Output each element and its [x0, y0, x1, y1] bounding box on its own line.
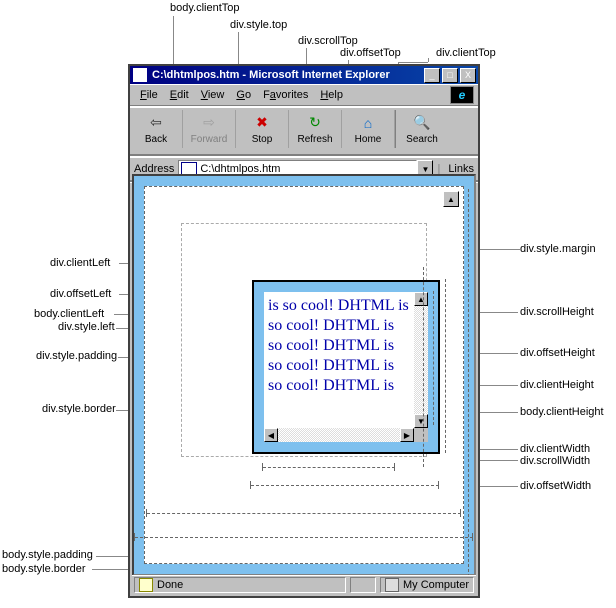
body-box: ▲ is so cool! DHTML is so cool! DHTML is… — [144, 186, 464, 564]
cap — [438, 481, 439, 489]
measure-div-clientHeight — [433, 291, 434, 425]
stop-label: Stop — [252, 134, 273, 145]
measure-body-offsetWidth — [135, 537, 473, 538]
search-button[interactable]: 🔍 Search — [395, 110, 448, 148]
back-button[interactable]: ⇦ Back — [130, 110, 183, 148]
div-scrollbar-vertical[interactable]: ▲ ▼ — [414, 292, 428, 428]
home-button[interactable]: ⌂ Home — [342, 110, 395, 148]
status-zone-pane: My Computer — [380, 577, 474, 593]
callout-div-scrollWidth: div.scrollWidth — [520, 454, 590, 468]
menu-go[interactable]: Go — [236, 89, 251, 101]
measure-body-clientHeight — [468, 189, 469, 577]
callout-body-clientTop: body.clientTop — [170, 1, 240, 15]
forward-label: Forward — [191, 134, 228, 145]
div-margin-box: is so cool! DHTML is so cool! DHTML is s… — [181, 223, 427, 457]
cap — [472, 533, 473, 541]
div-client-box: is so cool! DHTML is so cool! DHTML is s… — [264, 292, 428, 442]
cap — [460, 509, 461, 517]
status-pane — [350, 577, 376, 593]
ie-logo-icon: e — [450, 86, 474, 104]
status-bar: Done My Computer — [132, 575, 476, 594]
callout-div-style-left: div.style.left — [58, 320, 115, 334]
stop-button[interactable]: ✖ Stop — [236, 110, 289, 148]
stop-icon: ✖ — [253, 114, 271, 132]
callout-div-style-padding: div.style.padding — [36, 349, 117, 363]
close-button[interactable]: X — [460, 68, 476, 83]
menubar: File Edit View Go Favorites Help e FileE… — [130, 84, 478, 105]
forward-button[interactable]: ⇨ Forward — [183, 110, 236, 148]
arrow-left-icon: ⇦ — [147, 114, 165, 132]
titlebar[interactable]: C:\dhtmlpos.htm - Microsoft Internet Exp… — [130, 66, 478, 84]
measure-div-offsetHeight — [445, 279, 446, 453]
menu-file[interactable]: File — [140, 89, 158, 101]
callout-body-style-border: body.style.border — [2, 562, 86, 576]
callout-body-style-padding: body.style.padding — [2, 548, 93, 562]
callout-div-offsetHeight: div.offsetHeight — [520, 346, 595, 360]
status-zone-text: My Computer — [403, 579, 469, 591]
callout-div-scrollHeight: div.scrollHeight — [520, 305, 594, 319]
measure-body-clientWidth — [147, 513, 461, 514]
back-label: Back — [145, 134, 167, 145]
scroll-left-button[interactable]: ◀ — [264, 428, 278, 442]
diagram-canvas: body.clientTop div.style.top div.scrollT… — [0, 0, 616, 608]
cap — [262, 463, 263, 471]
document-icon — [139, 578, 153, 592]
measure-div-scrollHeight — [423, 267, 424, 467]
callout-div-offsetTop: div.offsetTop — [340, 46, 401, 60]
document-icon — [132, 67, 148, 83]
cap — [394, 463, 395, 471]
leader — [428, 58, 429, 62]
cap — [250, 481, 251, 489]
cap — [134, 533, 135, 541]
status-done-text: Done — [157, 579, 183, 591]
maximize-button[interactable]: □ — [442, 68, 458, 83]
arrow-right-icon: ⇨ — [200, 114, 218, 132]
home-label: Home — [355, 134, 382, 145]
callout-div-style-margin: div.style.margin — [520, 242, 596, 256]
callout-div-style-top: div.style.top — [230, 18, 287, 32]
leader — [398, 62, 428, 63]
ie-window: C:\dhtmlpos.htm - Microsoft Internet Exp… — [128, 64, 480, 598]
status-done-pane: Done — [134, 577, 346, 593]
search-icon: 🔍 — [413, 114, 431, 132]
measure-div-clientWidth — [263, 467, 395, 468]
cap — [146, 509, 147, 517]
minimize-button[interactable]: _ — [424, 68, 440, 83]
callout-div-style-border: div.style.border — [42, 402, 116, 416]
computer-icon — [385, 578, 399, 592]
callout-div-clientHeight: div.clientHeight — [520, 378, 594, 392]
toolbar: ⇦ Back ⇨ Forward ✖ Stop ↻ Refresh ⌂ Home 🔍 Sea… — [130, 107, 478, 155]
refresh-label: Refresh — [297, 134, 332, 145]
home-icon: ⌂ — [359, 114, 377, 132]
window-title: C:\dhtmlpos.htm - Microsoft Internet Exp… — [152, 69, 422, 81]
refresh-icon: ↻ — [306, 114, 324, 132]
callout-div-offsetWidth: div.offsetWidth — [520, 479, 591, 493]
div-content-text: is so cool! DHTML is so cool! DHTML is s… — [266, 294, 412, 426]
callout-div-offsetLeft: div.offsetLeft — [50, 287, 111, 301]
callout-body-clientLeft: body.clientLeft — [34, 307, 104, 321]
page-viewport: ▲ is so cool! DHTML is so cool! DHTML is… — [132, 174, 476, 576]
div-offset-box: is so cool! DHTML is so cool! DHTML is s… — [252, 280, 440, 454]
refresh-button[interactable]: ↻ Refresh — [289, 110, 342, 148]
scrollbar-corner — [414, 428, 428, 442]
callout-body-clientHeight: body.clientHeight — [520, 405, 604, 419]
callout-div-clientTop: div.clientTop — [436, 46, 496, 60]
div-scrollbar-horizontal[interactable]: ◀ ▶ — [264, 428, 414, 442]
menu-favorites[interactable]: Favorites — [263, 89, 308, 101]
measure-div-offsetWidth — [251, 485, 439, 486]
callout-div-clientLeft: div.clientLeft — [50, 256, 110, 270]
menu-view[interactable]: View — [201, 89, 225, 101]
body-scroll-up-button[interactable]: ▲ — [443, 191, 459, 207]
scroll-right-button[interactable]: ▶ — [400, 428, 414, 442]
scroll-up-button[interactable]: ▲ — [414, 292, 428, 306]
menu-help[interactable]: Help — [320, 89, 343, 101]
menu-edit[interactable]: Edit — [170, 89, 189, 101]
search-label: Search — [406, 134, 438, 145]
scroll-down-button[interactable]: ▼ — [414, 414, 428, 428]
